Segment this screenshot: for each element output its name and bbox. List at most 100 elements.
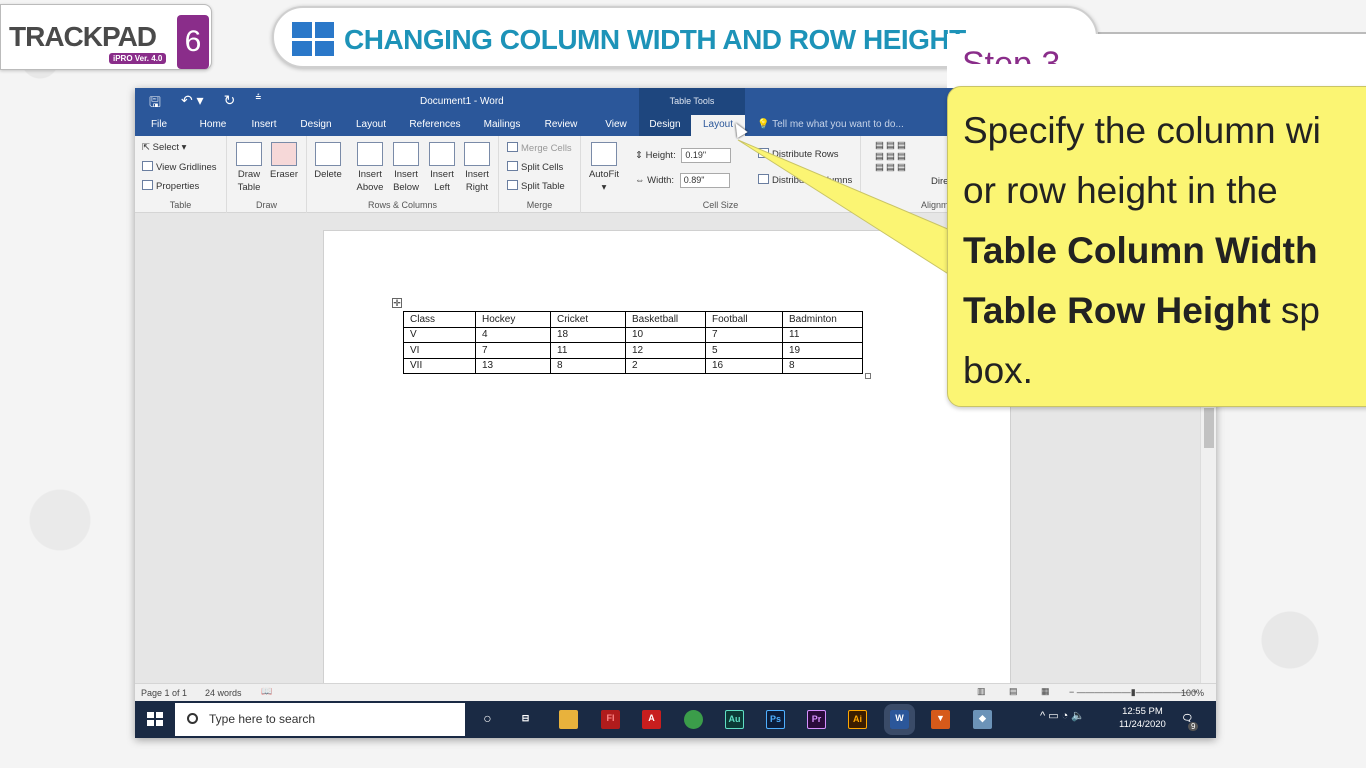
table-row[interactable]: VII 13 8 2 16 8 <box>403 357 863 374</box>
insert-below-button[interactable]: Insert Below <box>389 142 423 194</box>
tab-references[interactable]: References <box>395 115 475 136</box>
view-gridlines-button[interactable]: View Gridlines <box>142 161 217 173</box>
autofit-button[interactable]: AutoFit ▾ <box>587 142 621 194</box>
tab-file[interactable]: File <box>135 115 183 136</box>
table-tools-header: Table Tools <box>639 88 745 115</box>
group-table: ⇱ Select ▾ View Gridlines Properties Tab… <box>135 136 227 213</box>
split-table-button[interactable]: Split Table <box>507 180 565 192</box>
redo-icon[interactable]: ↻ <box>224 92 236 116</box>
table-cell[interactable]: 16 <box>705 357 783 374</box>
app-icon-orange[interactable]: ▼ <box>931 710 950 729</box>
select-button[interactable]: ⇱ Select ▾ <box>142 142 186 153</box>
table-cell[interactable]: 8 <box>782 357 863 374</box>
page-count[interactable]: Page 1 of 1 <box>141 688 187 698</box>
table-cell[interactable]: 2 <box>625 357 706 374</box>
zoom-slider[interactable]: − ——————▮—————— + <box>1069 687 1197 698</box>
table-cell[interactable]: Football <box>705 311 783 328</box>
table-cell[interactable]: Hockey <box>475 311 551 328</box>
table-cell[interactable]: Basketball <box>625 311 706 328</box>
clock[interactable]: 12:55 PM 11/24/2020 <box>1119 705 1166 731</box>
table-row[interactable]: V 4 18 10 7 11 <box>403 326 863 343</box>
table-cell[interactable]: V <box>403 326 476 343</box>
cortana-icon[interactable]: ○ <box>478 710 497 729</box>
text-direction-button[interactable]: Dire <box>931 176 948 187</box>
table-cell[interactable]: 13 <box>475 357 551 374</box>
table-cell[interactable]: 11 <box>782 326 863 343</box>
tab-review[interactable]: Review <box>529 115 593 136</box>
table-resize-handle[interactable] <box>865 373 871 379</box>
distribute-columns-button[interactable]: Distribute Columns <box>758 174 852 186</box>
file-explorer-icon[interactable] <box>559 710 578 729</box>
illustrator-icon[interactable]: Ai <box>848 710 867 729</box>
zoom-level[interactable]: 100% <box>1181 688 1204 698</box>
table-cell[interactable]: 8 <box>550 357 626 374</box>
table-cell[interactable]: 19 <box>782 342 863 359</box>
chrome-icon[interactable] <box>684 710 703 729</box>
print-layout-icon[interactable]: ▤ <box>1009 686 1018 697</box>
row-height-icon: ⇕ <box>635 150 643 162</box>
tab-home[interactable]: Home <box>183 115 243 136</box>
distribute-rows-button[interactable]: Distribute Rows <box>758 148 839 160</box>
photoshop-icon[interactable]: Ps <box>766 710 785 729</box>
properties-button[interactable]: Properties <box>142 180 199 192</box>
scrollbar-thumb[interactable] <box>1204 408 1214 448</box>
table-cell[interactable]: 10 <box>625 326 706 343</box>
tell-me-box[interactable]: 💡 Tell me what you want to do... <box>757 115 904 136</box>
merge-cells-button[interactable]: Merge Cells <box>507 142 572 154</box>
word-count[interactable]: 24 words <box>205 688 242 698</box>
tab-table-design[interactable]: Design <box>639 115 691 136</box>
table-cell[interactable]: Class <box>403 311 476 328</box>
table-header-row[interactable]: Class Hockey Cricket Basketball Football Badm… <box>403 311 863 328</box>
table-cell[interactable]: VII <box>403 357 476 374</box>
undo-icon[interactable]: ↶ ▾ <box>181 92 204 116</box>
eraser-button[interactable]: Eraser <box>267 142 301 181</box>
system-tray[interactable]: ^ ▭ ◔ 🔈 <box>1040 709 1085 722</box>
insert-above-button[interactable]: Insert Above <box>353 142 387 194</box>
app-icon-blue[interactable]: ◆ <box>973 710 992 729</box>
split-cells-icon <box>507 161 518 171</box>
alignment-grid-icon[interactable]: ▤▤▤ ▤▤▤ ▤▤▤ <box>875 140 908 173</box>
table-cell[interactable]: 5 <box>705 342 783 359</box>
tab-layout[interactable]: Layout <box>347 115 395 136</box>
table-cell[interactable]: Cricket <box>550 311 626 328</box>
word-taskbar-icon[interactable]: W <box>884 704 915 735</box>
width-label: Width: <box>647 175 675 187</box>
premiere-icon[interactable]: Pr <box>807 710 826 729</box>
tab-view[interactable]: View <box>593 115 639 136</box>
document-page[interactable]: ✛ Class Hockey Cricket Basketball Football Ba… <box>323 230 1011 690</box>
table-column-width-spinbox[interactable]: 0.89" <box>679 173 730 188</box>
proofing-icon[interactable]: 📖 <box>261 686 272 697</box>
table-cell[interactable]: 4 <box>475 326 551 343</box>
taskbar-search[interactable]: Type here to search <box>175 703 465 736</box>
table-cell[interactable]: 11 <box>550 342 626 359</box>
distribute-rows-icon <box>758 148 769 158</box>
split-cells-button[interactable]: Split Cells <box>507 161 563 173</box>
table-cell[interactable]: VI <box>403 342 476 359</box>
table-row-height-spinbox[interactable]: 0.19" <box>681 148 732 163</box>
tab-design[interactable]: Design <box>285 115 347 136</box>
acrobat-icon[interactable]: A <box>642 710 661 729</box>
delete-button[interactable]: Delete <box>311 142 345 181</box>
read-mode-icon[interactable]: ▥ <box>977 686 986 697</box>
audition-icon[interactable]: Au <box>725 710 744 729</box>
table-row[interactable]: VI 7 11 12 5 19 <box>403 342 863 359</box>
data-table[interactable]: Class Hockey Cricket Basketball Football Badm… <box>403 311 863 374</box>
table-move-handle-icon[interactable]: ✛ <box>392 298 402 308</box>
table-cell[interactable]: 7 <box>475 342 551 359</box>
start-windows-icon[interactable] <box>147 712 163 726</box>
customize-qat-icon[interactable]: ⩮ <box>255 92 261 116</box>
flash-icon[interactable]: Fl <box>601 710 620 729</box>
table-cell[interactable]: 7 <box>705 326 783 343</box>
insert-right-button[interactable]: Insert Right <box>460 142 494 194</box>
task-view-icon[interactable]: ⊟ <box>516 710 535 729</box>
group-merge: Merge Cells Split Cells Split Table Merg… <box>499 136 581 213</box>
draw-table-button[interactable]: Draw Table <box>232 142 266 194</box>
table-cell[interactable]: Badminton <box>782 311 863 328</box>
tab-mailings[interactable]: Mailings <box>475 115 529 136</box>
insert-left-button[interactable]: Insert Left <box>425 142 459 194</box>
table-cell[interactable]: 18 <box>550 326 626 343</box>
web-layout-icon[interactable]: ▦ <box>1041 686 1050 697</box>
table-cell[interactable]: 12 <box>625 342 706 359</box>
tab-insert[interactable]: Insert <box>243 115 285 136</box>
save-icon[interactable]: 🖫 <box>149 92 161 116</box>
